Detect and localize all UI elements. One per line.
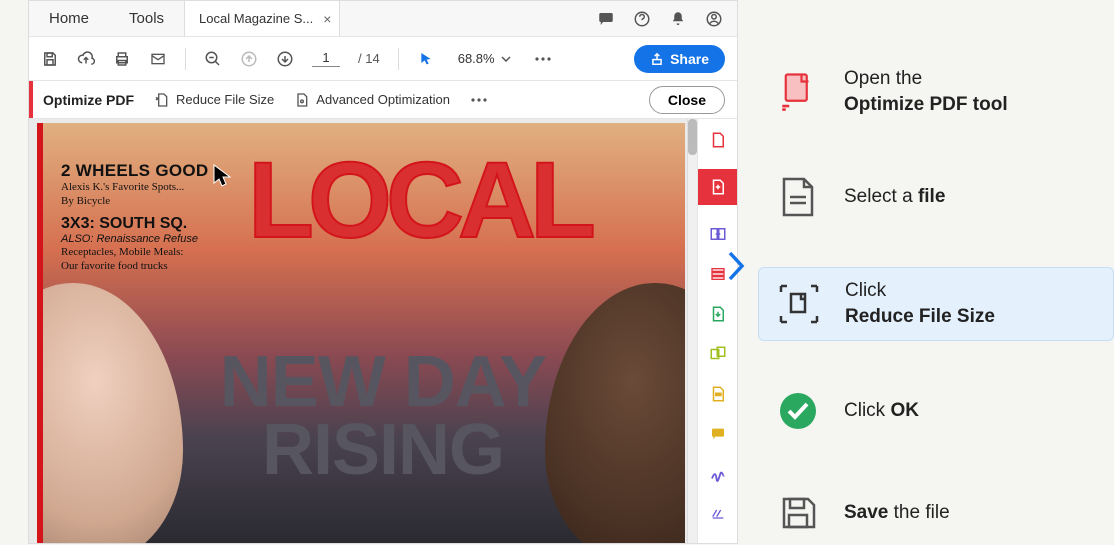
- photo-person-right: [545, 283, 685, 543]
- mail-icon[interactable]: [149, 50, 167, 68]
- more-icon[interactable]: [470, 91, 488, 109]
- zoom-out-icon[interactable]: [204, 50, 222, 68]
- file-step-icon: [776, 175, 820, 219]
- arrow-down-circle-icon[interactable]: [276, 50, 294, 68]
- save-step-icon: [776, 491, 820, 535]
- optimize-pdf-icon[interactable]: [698, 169, 738, 205]
- check-step-icon: [776, 389, 820, 433]
- mouse-cursor-icon: [212, 163, 234, 189]
- close-icon[interactable]: ×: [323, 11, 331, 27]
- main-toolbar: / 14 68.8% Share: [29, 37, 737, 81]
- optimize-title: Optimize PDF: [43, 92, 134, 108]
- chevron-right-icon: [724, 249, 748, 283]
- zoom-dropdown[interactable]: 68.8%: [453, 48, 516, 69]
- advanced-optimization-button[interactable]: Advanced Optimization: [294, 91, 450, 109]
- step-select-file: Select a file: [758, 165, 1114, 229]
- step-text: Select a file: [844, 184, 945, 210]
- gear-file-icon: [294, 91, 310, 109]
- scrollbar[interactable]: [687, 119, 697, 543]
- user-icon[interactable]: [705, 10, 723, 28]
- cloud-upload-icon[interactable]: [77, 50, 95, 68]
- export-pdf-icon[interactable]: [707, 223, 729, 245]
- tab-tools[interactable]: Tools: [109, 1, 184, 36]
- tutorial-steps: Open theOptimize PDF tool Select a file …: [738, 0, 1114, 544]
- magazine-headline: NEW DAY RISING: [173, 348, 593, 485]
- step-reduce-file-size[interactable]: ClickReduce File Size: [758, 267, 1114, 340]
- redact-icon[interactable]: [707, 383, 729, 405]
- help-icon[interactable]: [633, 10, 651, 28]
- save-icon[interactable]: [41, 50, 59, 68]
- share-button[interactable]: Share: [634, 45, 725, 73]
- reduce-file-icon: [154, 91, 170, 109]
- tab-document[interactable]: Local Magazine S... ×: [184, 1, 340, 36]
- more-icon[interactable]: [534, 50, 552, 68]
- step-text: Open theOptimize PDF tool: [844, 66, 1008, 117]
- magazine-masthead: LOCAL: [248, 137, 590, 262]
- step-text: Click OK: [844, 398, 919, 424]
- photo-person-left: [37, 283, 183, 543]
- page-number-input[interactable]: [312, 50, 340, 67]
- print-icon[interactable]: [113, 50, 131, 68]
- step-open-tool: Open theOptimize PDF tool: [758, 56, 1114, 127]
- reduce-step-icon: [777, 282, 821, 326]
- comment-tool-icon[interactable]: [707, 423, 729, 445]
- measure-icon[interactable]: [707, 503, 729, 525]
- step-save-file: Save the file: [758, 481, 1114, 545]
- acrobat-window: Home Tools Local Magazine S... × / 14 68…: [28, 0, 738, 544]
- tools-rail: [697, 119, 737, 543]
- optimize-toolbar: Optimize PDF Reduce File Size Advanced O…: [29, 81, 737, 119]
- tab-document-label: Local Magazine S...: [199, 11, 313, 26]
- arrow-up-circle-icon[interactable]: [240, 50, 258, 68]
- comment-icon[interactable]: [597, 10, 615, 28]
- magazine-kicker: 2 WHEELS GOOD Alexis K.'s Favorite Spots…: [61, 161, 208, 274]
- chevron-down-icon: [501, 56, 511, 62]
- sign-icon[interactable]: [707, 463, 729, 485]
- create-pdf-icon[interactable]: [707, 129, 729, 151]
- tab-home[interactable]: Home: [29, 1, 109, 36]
- send-icon[interactable]: [707, 303, 729, 325]
- page-total-label: / 14: [358, 51, 380, 66]
- pointer-icon[interactable]: [417, 50, 435, 68]
- bell-icon[interactable]: [669, 10, 687, 28]
- pdf-page[interactable]: 2 WHEELS GOOD Alexis K.'s Favorite Spots…: [37, 123, 685, 543]
- optimize-tool-step-icon: [776, 70, 820, 114]
- combine-icon[interactable]: [707, 343, 729, 365]
- step-text: ClickReduce File Size: [845, 278, 995, 329]
- close-button[interactable]: Close: [649, 86, 725, 114]
- document-area: 2 WHEELS GOOD Alexis K.'s Favorite Spots…: [29, 119, 737, 543]
- step-click-ok: Click OK: [758, 379, 1114, 443]
- share-arrow-icon: [650, 52, 664, 66]
- step-text: Save the file: [844, 500, 950, 526]
- reduce-file-size-button[interactable]: Reduce File Size: [154, 91, 274, 109]
- tab-bar: Home Tools Local Magazine S... ×: [29, 1, 737, 37]
- scrollbar-thumb[interactable]: [688, 119, 697, 155]
